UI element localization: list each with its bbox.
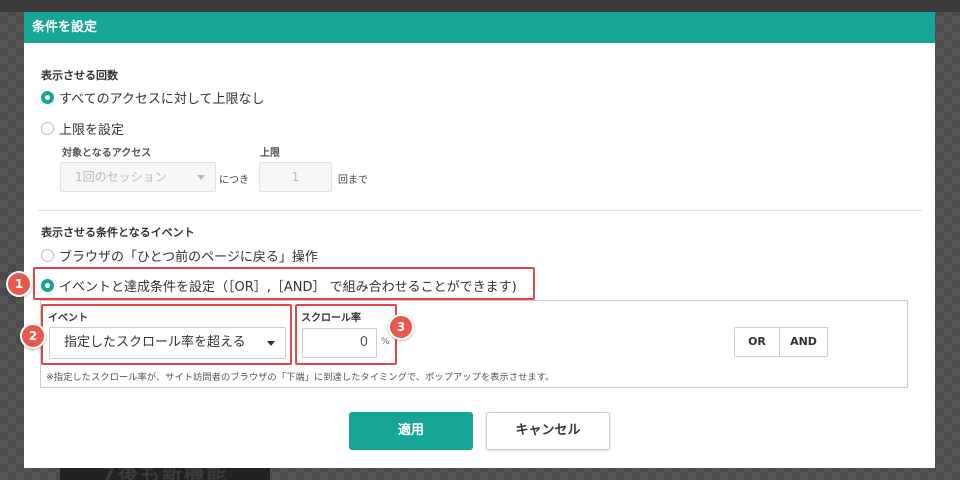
event-select-value: 指定したスクロール率を超える xyxy=(64,335,246,350)
cancel-button[interactable]: キャンセル xyxy=(486,412,610,450)
scroll-rate-input[interactable]: 0 xyxy=(302,328,377,358)
session-select[interactable]: 1回のセッション xyxy=(60,162,216,192)
radio-checked-icon xyxy=(41,279,54,292)
apply-button[interactable]: 適用 xyxy=(349,412,473,450)
badge-2: 2 xyxy=(20,323,46,349)
display-count-label: 表示させる回数 xyxy=(41,69,118,82)
radio-event-conditions[interactable]: イベントと達成条件を設定（［OR］,［AND］ で組み合わせることができます) xyxy=(41,276,517,295)
modal-title: 条件を設定 xyxy=(24,12,935,43)
or-button[interactable]: OR xyxy=(734,327,780,357)
target-access-label: 対象となるアクセス xyxy=(62,148,152,159)
section-divider xyxy=(38,210,922,211)
per-text: につき xyxy=(219,175,249,186)
and-button[interactable]: AND xyxy=(779,327,828,357)
radio-checked-icon xyxy=(41,91,54,104)
radio-unlimited-label: すべてのアクセスに対して上限なし xyxy=(59,92,265,107)
radio-set-limit-label: 上限を設定 xyxy=(59,123,125,138)
until-text: 回まで xyxy=(338,175,368,186)
radio-unchecked-icon xyxy=(41,249,54,262)
event-label: イベント xyxy=(48,313,88,324)
badge-1: 1 xyxy=(6,271,32,297)
scroll-rate-label: スクロール率 xyxy=(301,313,361,324)
percent-unit: % xyxy=(381,337,390,347)
radio-unchecked-icon xyxy=(41,122,54,135)
background-bar xyxy=(0,0,960,12)
event-select[interactable]: 指定したスクロール率を超える xyxy=(49,327,286,359)
chevron-down-icon xyxy=(267,341,275,346)
session-select-value: 1回のセッション xyxy=(75,170,167,184)
chevron-down-icon xyxy=(197,175,205,180)
scroll-note: ※指定したスクロール率が、サイト訪問者のブラウザの「下端」に到達したタイミングで… xyxy=(46,372,555,383)
radio-set-limit[interactable]: 上限を設定 xyxy=(41,119,124,138)
radio-event-conditions-label: イベントと達成条件を設定（［OR］,［AND］ で組み合わせることができます) xyxy=(59,280,517,295)
condition-modal: 条件を設定 表示させる回数 すべてのアクセスに対して上限なし 上限を設定 対象と… xyxy=(6,12,935,468)
radio-unlimited[interactable]: すべてのアクセスに対して上限なし xyxy=(41,88,265,107)
limit-input[interactable]: 1 xyxy=(259,162,332,192)
event-condition-label: 表示させる条件となるイベント xyxy=(41,226,195,239)
radio-browser-back-label: ブラウザの「ひとつ前のページに戻る」操作 xyxy=(59,250,318,265)
radio-browser-back[interactable]: ブラウザの「ひとつ前のページに戻る」操作 xyxy=(41,246,318,265)
limit-label: 上限 xyxy=(260,148,280,159)
badge-3: 3 xyxy=(388,314,414,340)
